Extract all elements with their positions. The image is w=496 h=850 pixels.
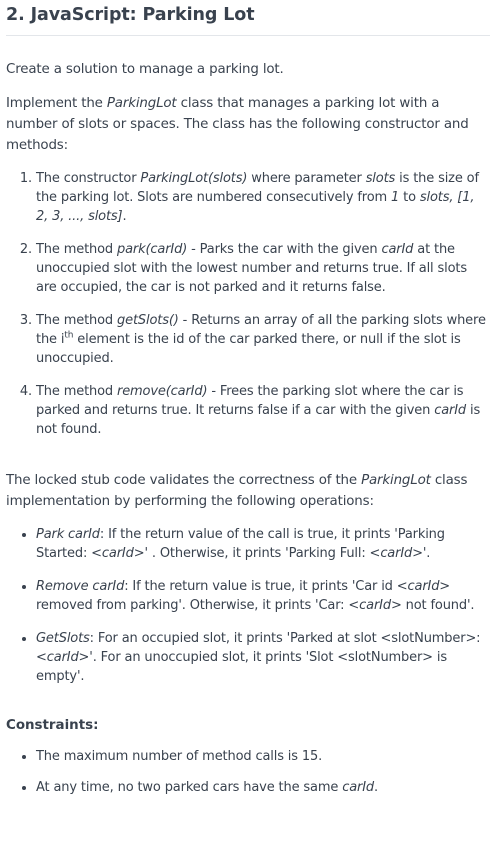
implementation-paragraph: Implement the ParkingLot class that mana… xyxy=(6,96,469,153)
intro-paragraph: Create a solution to manage a parking lo… xyxy=(6,62,284,77)
method-item-remove: The method remove(carId) - Frees the par… xyxy=(36,382,490,439)
constraints-heading: Constraints: xyxy=(6,718,99,733)
operation-item-getslots: GetSlots: For an occupied slot, it print… xyxy=(36,629,490,686)
constraints-list: The maximum number of method calls is 15… xyxy=(6,747,490,797)
problem-statement: 2. JavaScript: Parking Lot Create a solu… xyxy=(0,0,496,797)
method-item-getslots: The method getSlots() - Returns an array… xyxy=(36,311,490,368)
method-item-park: The method park(carId) - Parks the car w… xyxy=(36,240,490,297)
operation-item-remove: Remove carId: If the return value is tru… xyxy=(36,577,490,615)
operations-list: Park carId: If the return value of the c… xyxy=(6,525,490,686)
operation-item-park: Park carId: If the return value of the c… xyxy=(36,525,490,563)
constraint-item: At any time, no two parked cars have the… xyxy=(36,778,490,797)
constraint-item: The maximum number of method calls is 15… xyxy=(36,747,490,766)
method-list: The constructor ParkingLot(slots) where … xyxy=(6,169,490,439)
locked-stub-paragraph: The locked stub code validates the corre… xyxy=(6,473,468,509)
problem-title: 2. JavaScript: Parking Lot xyxy=(6,0,490,36)
method-item-constructor: The constructor ParkingLot(slots) where … xyxy=(36,169,490,226)
class-name: ParkingLot xyxy=(106,96,177,111)
class-name: ParkingLot xyxy=(361,473,431,488)
